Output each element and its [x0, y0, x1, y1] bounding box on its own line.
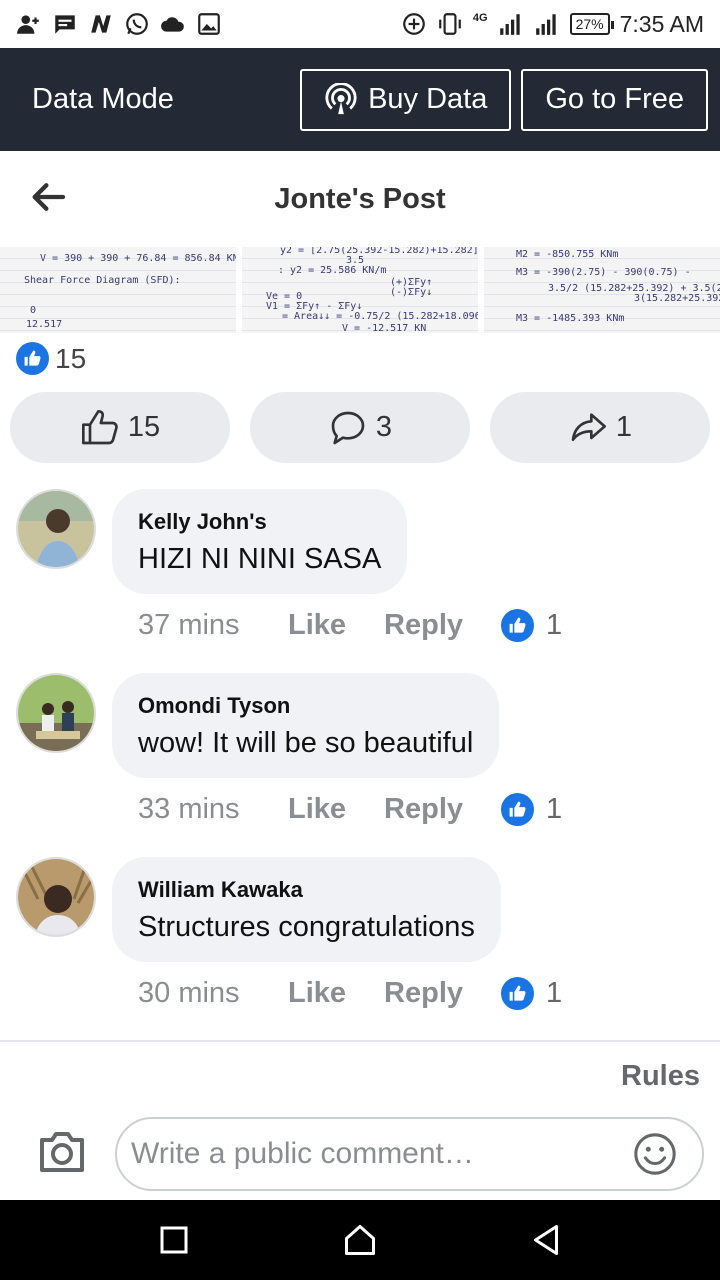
home-icon[interactable]	[342, 1222, 378, 1258]
photo-3-ink-2: M3 = -390(2.75) - 390(0.75) -	[516, 267, 691, 278]
comment-bubble: Omondi Tyson wow! It will be so beautifu…	[112, 673, 500, 778]
comment-count: 3	[375, 411, 393, 443]
avatar[interactable]	[16, 673, 96, 753]
data-mode-title: Data Mode	[32, 83, 174, 115]
buy-data-button[interactable]: Buy Data	[300, 68, 512, 131]
signal-icon-2	[534, 11, 560, 37]
comment-bubble: Kelly John's HIZI NI NINI SASA	[112, 489, 408, 594]
system-nav-bar	[0, 1200, 720, 1280]
divider	[0, 1040, 720, 1042]
comment-meta: 33 mins Like Reply 1	[138, 793, 562, 826]
rules-link[interactable]: Rules	[621, 1060, 700, 1093]
add-contact-icon	[16, 11, 42, 37]
comment-reaction-count[interactable]: 1	[546, 977, 562, 1010]
comment-author[interactable]: William Kawaka	[138, 877, 475, 903]
photo-1-ink-3: 0	[30, 305, 37, 316]
photo-1-ink-2: Shear Force Diagram (SFD):	[24, 275, 181, 286]
photo-2-ink-5: (-)ΣFy↓	[390, 287, 433, 298]
buy-data-label: Buy Data	[368, 83, 488, 115]
go-to-free-label: Go to Free	[545, 83, 684, 115]
back-icon[interactable]	[528, 1222, 564, 1258]
photo-1-ink-4: 12.517	[26, 319, 63, 330]
image-icon	[196, 11, 222, 37]
avatar[interactable]	[16, 489, 96, 569]
comment-button[interactable]: 3	[250, 392, 470, 463]
comment-text: wow! It will be so beautiful	[138, 727, 474, 759]
go-to-free-button[interactable]: Go to Free	[521, 68, 708, 131]
comment-meta: 37 mins Like Reply 1	[138, 609, 562, 642]
like-count: 15	[127, 411, 161, 443]
share-count: 1	[615, 411, 633, 443]
comment-author[interactable]: Kelly John's	[138, 509, 381, 535]
comment-like-link[interactable]: Like	[288, 793, 346, 826]
comment-like-link[interactable]: Like	[288, 609, 346, 642]
post-photo-2[interactable]: y2 = [2.75(25.392-15.282)+15.282] 3.5 : …	[242, 247, 478, 333]
reaction-summary[interactable]: 15	[16, 342, 86, 375]
comment-reply-link[interactable]: Reply	[384, 977, 463, 1010]
share-icon	[571, 412, 606, 441]
share-button[interactable]: 1	[490, 392, 710, 463]
signal-icon	[498, 11, 524, 37]
like-badge-icon	[501, 609, 535, 642]
post-photo-1[interactable]: V = 390 + 390 + 76.84 = 856.84 KN Shear …	[0, 247, 236, 333]
comment-text: Structures congratulations	[138, 911, 475, 943]
like-badge-icon	[501, 977, 535, 1010]
comment-reply-link[interactable]: Reply	[384, 793, 463, 826]
data-saver-icon	[401, 11, 427, 37]
thumbs-up-icon	[81, 409, 118, 444]
cloud-icon	[160, 11, 186, 37]
page-title: Jonte's Post	[274, 182, 446, 215]
reaction-summary-count: 15	[55, 342, 87, 374]
like-badge-icon	[16, 342, 49, 375]
camera-icon[interactable]	[36, 1128, 88, 1176]
n-app-icon	[88, 11, 114, 37]
avatar[interactable]	[16, 857, 96, 937]
status-bar: 4G 27% 7:35 AM	[0, 0, 720, 48]
comment-reaction-count[interactable]: 1	[546, 609, 562, 642]
photo-3-ink-4: 3(15.282+25.392)	[634, 293, 720, 304]
post-photo-3[interactable]: M2 = -850.755 KNm M3 = -390(2.75) - 390(…	[484, 247, 720, 333]
battery-indicator: 27%	[569, 13, 614, 35]
comment-like-link[interactable]: Like	[288, 977, 346, 1010]
photo-3-ink-1: M2 = -850.755 KNm	[516, 249, 619, 260]
emoji-icon[interactable]	[632, 1131, 678, 1177]
comment-time: 37 mins	[138, 609, 240, 641]
photo-2-ink-8: = Area↓↓ = -0.75/2 (15.282+18.096)	[282, 311, 478, 322]
back-arrow-icon[interactable]	[28, 177, 68, 217]
whatsapp-icon	[124, 11, 150, 37]
message-icon	[52, 11, 78, 37]
comment-reply-link[interactable]: Reply	[384, 609, 463, 642]
status-right-icons: 4G 27% 7:35 AM	[401, 11, 704, 38]
like-button[interactable]: 15	[10, 392, 230, 463]
comment-icon	[331, 411, 365, 444]
vibrate-icon	[437, 11, 463, 37]
data-mode-bar: Data Mode Buy Data Go to Free	[0, 48, 720, 151]
photo-2-ink-1: y2 = [2.75(25.392-15.282)+15.282]	[280, 247, 478, 256]
photo-2-ink-3: : y2 = 25.586 KN/m	[278, 265, 387, 276]
photo-3-ink-5: M3 = -1485.393 KNm	[516, 313, 625, 324]
comment-reaction-count[interactable]: 1	[546, 793, 562, 826]
comment-time: 33 mins	[138, 793, 240, 825]
like-badge-icon	[501, 793, 535, 826]
comment-input[interactable]	[115, 1117, 704, 1191]
status-time: 7:35 AM	[619, 10, 704, 37]
post-actions: 15 3 1	[10, 392, 710, 463]
photo-strip: V = 390 + 390 + 76.84 = 856.84 KN Shear …	[0, 247, 720, 333]
comment-author[interactable]: Omondi Tyson	[138, 693, 473, 719]
comment-text: HIZI NI NINI SASA	[138, 543, 382, 575]
photo-2-ink-9: V = -12.517 KN	[342, 323, 427, 333]
photo-1-ink-1: V = 390 + 390 + 76.84 = 856.84 KN	[40, 253, 236, 264]
comment-meta: 30 mins Like Reply 1	[138, 977, 562, 1010]
broadcast-icon	[325, 82, 357, 114]
post-header: Jonte's Post	[0, 151, 720, 247]
data-mode-buttons: Buy Data Go to Free	[300, 68, 708, 131]
recents-icon[interactable]	[156, 1222, 192, 1258]
status-left-icons	[16, 11, 222, 37]
comment-time: 30 mins	[138, 977, 240, 1009]
network-type-label: 4G	[472, 12, 488, 24]
comment-bubble: William Kawaka Structures congratulation…	[112, 857, 501, 962]
